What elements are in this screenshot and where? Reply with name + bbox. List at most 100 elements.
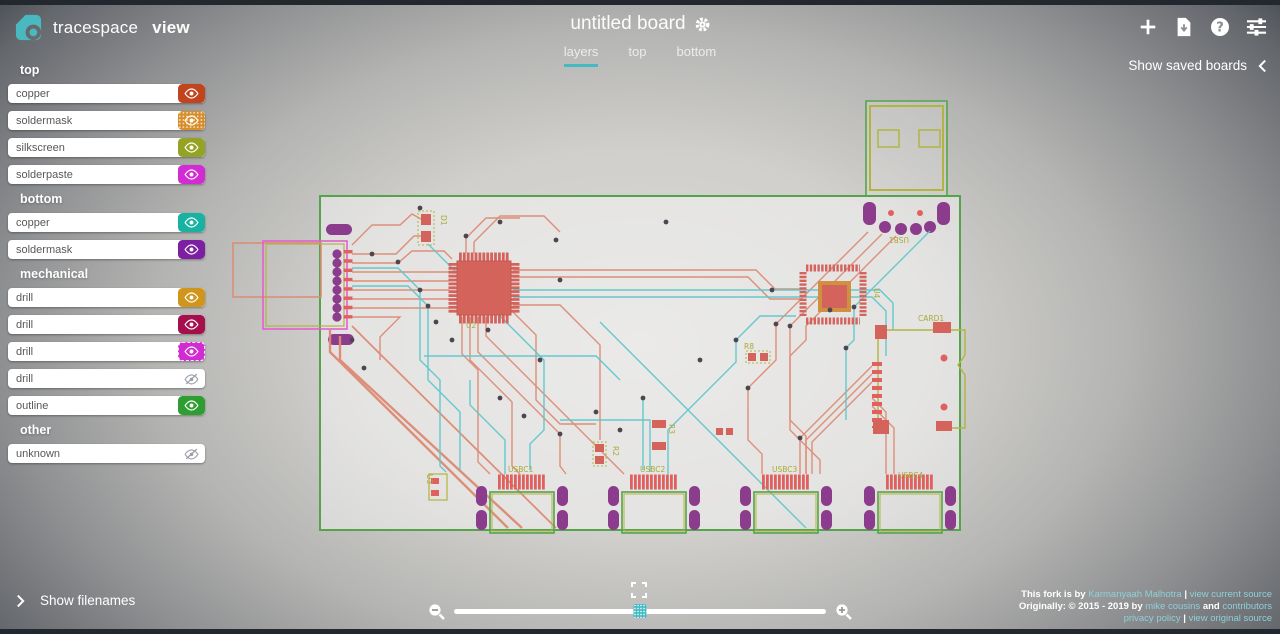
layer-name: drill xyxy=(8,319,178,331)
brand-text: tracespace xyxy=(53,18,138,38)
credits-line-3: privacy policy | view original source xyxy=(1019,613,1272,625)
app-logo: tracespace view xyxy=(14,13,190,42)
visibility-toggle[interactable] xyxy=(178,315,205,334)
credits-text: and xyxy=(1200,601,1222,612)
help-button[interactable]: ? xyxy=(1209,16,1231,38)
layer-row-unknown[interactable]: unknown xyxy=(8,444,205,463)
fit-view-icon xyxy=(631,582,647,598)
visibility-toggle[interactable] xyxy=(178,396,205,415)
show-saved-boards-label: Show saved boards xyxy=(1128,58,1247,73)
layer-row-bottom-soldermask[interactable]: soldermask xyxy=(8,240,205,259)
section-title-top: top xyxy=(20,63,205,77)
svg-text:R2: R2 xyxy=(611,446,620,456)
top-edge-strip xyxy=(0,0,1280,5)
zoom-slider-thumb[interactable] xyxy=(634,604,647,618)
svg-text:USBC1: USBC1 xyxy=(508,465,534,474)
silkscreen-label: U2 xyxy=(466,321,476,330)
brand-text-bold: view xyxy=(152,18,190,38)
section-title-other: other xyxy=(20,423,205,437)
eye-icon xyxy=(184,88,199,99)
eye-icon xyxy=(184,400,199,411)
visibility-toggle[interactable] xyxy=(178,369,205,388)
layer-name: copper xyxy=(8,217,178,229)
credits-separator: | xyxy=(1181,613,1189,624)
original-source-link[interactable]: view original source xyxy=(1189,613,1272,624)
svg-text:R8: R8 xyxy=(744,342,754,351)
eye-icon xyxy=(184,292,199,303)
layer-name: soldermask xyxy=(8,115,178,127)
sliders-icon xyxy=(1246,17,1267,37)
zoom-in-icon[interactable] xyxy=(835,603,852,620)
tab-bottom[interactable]: bottom xyxy=(677,44,717,67)
page-title: untitled board xyxy=(570,13,685,35)
visibility-toggle[interactable] xyxy=(178,138,205,157)
layer-name: drill xyxy=(8,373,178,385)
layer-name: silkscreen xyxy=(8,142,178,154)
zoom-controls xyxy=(428,601,852,621)
layer-row-drill-3[interactable]: drill xyxy=(8,342,205,361)
settings-button[interactable] xyxy=(1245,16,1267,38)
show-filenames-toggle[interactable]: Show filenames xyxy=(16,593,135,608)
svg-text:R3: R3 xyxy=(667,424,676,434)
zoom-out-icon[interactable] xyxy=(428,603,445,620)
eye-icon xyxy=(184,346,199,357)
layer-name: drill xyxy=(8,346,178,358)
eye-icon xyxy=(184,115,199,126)
chevron-left-icon xyxy=(1258,59,1267,73)
layer-row-drill-2[interactable]: drill xyxy=(8,315,205,334)
tracespace-logo-icon xyxy=(14,13,43,42)
visibility-toggle[interactable] xyxy=(178,213,205,232)
tab-layers[interactable]: layers xyxy=(564,44,599,67)
layer-row-top-solderpaste[interactable]: solderpaste xyxy=(8,165,205,184)
fit-view-button[interactable] xyxy=(631,582,647,603)
svg-text:?: ? xyxy=(1216,21,1224,36)
author-link[interactable]: Karmanyaah Malhotra xyxy=(1088,589,1181,600)
layer-name: outline xyxy=(8,400,178,412)
visibility-toggle[interactable] xyxy=(178,444,205,463)
layer-row-bottom-copper[interactable]: copper xyxy=(8,213,205,232)
help-icon: ? xyxy=(1210,17,1230,37)
add-board-button[interactable] xyxy=(1137,16,1159,38)
file-download-icon xyxy=(1175,17,1193,37)
eye-icon xyxy=(184,217,199,228)
credits-text: Originally: © 2015 - 2019 by xyxy=(1019,601,1145,612)
layer-name: soldermask xyxy=(8,244,178,256)
original-author-link[interactable]: mike cousins xyxy=(1145,601,1200,612)
privacy-policy-link[interactable]: privacy policy xyxy=(1124,613,1181,624)
app-window: USB1 xyxy=(0,0,1280,634)
visibility-toggle[interactable] xyxy=(178,342,205,361)
svg-text:USBC2: USBC2 xyxy=(640,465,666,474)
visibility-toggle[interactable] xyxy=(178,111,205,130)
visibility-toggle[interactable] xyxy=(178,240,205,259)
layer-row-outline[interactable]: outline xyxy=(8,396,205,415)
silkscreen-label: U4 xyxy=(872,288,881,298)
credits-separator: | xyxy=(1182,589,1190,600)
svg-text:USBC4: USBC4 xyxy=(898,471,924,480)
visibility-toggle[interactable] xyxy=(178,288,205,307)
contributors-link[interactable]: contributors xyxy=(1222,601,1272,612)
eye-off-icon xyxy=(184,448,199,460)
show-filenames-label: Show filenames xyxy=(40,593,135,608)
download-button[interactable] xyxy=(1173,16,1195,38)
section-title-mechanical: mechanical xyxy=(20,267,205,281)
layer-row-drill-1[interactable]: drill xyxy=(8,288,205,307)
credits-text: This fork is by xyxy=(1021,589,1088,600)
layer-row-drill-4[interactable]: drill xyxy=(8,369,205,388)
layer-row-top-soldermask[interactable]: soldermask xyxy=(8,111,205,130)
layer-name: unknown xyxy=(8,448,178,460)
layer-name: copper xyxy=(8,88,178,100)
eye-icon xyxy=(184,244,199,255)
tab-top[interactable]: top xyxy=(628,44,646,67)
svg-text:USBC3: USBC3 xyxy=(772,465,798,474)
show-saved-boards-toggle[interactable]: Show saved boards xyxy=(1128,58,1267,73)
current-source-link[interactable]: view current source xyxy=(1190,589,1272,600)
eye-icon xyxy=(184,319,199,330)
silkscreen-label: CARD1 xyxy=(918,314,944,323)
visibility-toggle[interactable] xyxy=(178,165,205,184)
layer-row-top-copper[interactable]: copper xyxy=(8,84,205,103)
toolbar: ? xyxy=(1137,16,1267,38)
gear-icon[interactable] xyxy=(695,17,710,32)
zoom-slider-track[interactable] xyxy=(454,609,826,614)
layer-row-top-silkscreen[interactable]: silkscreen xyxy=(8,138,205,157)
visibility-toggle[interactable] xyxy=(178,84,205,103)
